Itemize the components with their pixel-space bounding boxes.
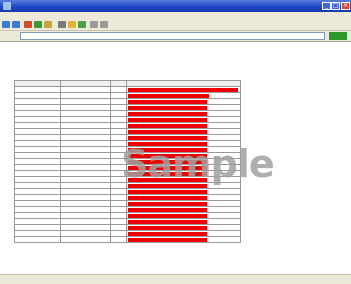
value-bar	[128, 93, 209, 98]
bar-cell	[126, 236, 241, 243]
summary-list	[18, 242, 98, 274]
title-bar: _ □ ×	[0, 0, 351, 12]
menu-bar	[0, 12, 351, 20]
home-button[interactable]	[44, 21, 52, 28]
value-bar	[128, 111, 207, 116]
summary-row	[18, 250, 98, 258]
sample-watermark: Sample	[121, 142, 275, 186]
refresh-button[interactable]	[34, 21, 42, 28]
value-bar	[128, 87, 238, 92]
table-cell	[110, 236, 127, 243]
value-bar	[128, 195, 207, 200]
value-bar	[128, 207, 207, 212]
forward-button[interactable]	[12, 21, 20, 28]
value-bar	[128, 237, 207, 242]
summary-row	[18, 266, 98, 274]
minimize-icon: _	[325, 2, 328, 9]
value-bar	[128, 129, 207, 134]
mail-button[interactable]	[90, 21, 98, 28]
address-bar	[0, 31, 351, 42]
summary-row	[18, 258, 98, 266]
print-button[interactable]	[100, 21, 108, 28]
stop-button[interactable]	[24, 21, 32, 28]
value-bar	[128, 231, 207, 236]
search-button[interactable]	[58, 21, 66, 28]
value-bar	[128, 123, 207, 128]
browser-window: _ □ × Sample	[0, 0, 351, 284]
toolbar	[0, 20, 351, 31]
value-bar	[128, 99, 207, 104]
value-bar	[128, 201, 207, 206]
maximize-button[interactable]: □	[331, 2, 340, 10]
history-button[interactable]	[78, 21, 86, 28]
go-button[interactable]	[329, 32, 347, 40]
value-bar	[128, 117, 207, 122]
value-bar	[128, 189, 207, 194]
value-bar	[128, 135, 207, 140]
minimize-button[interactable]: _	[322, 2, 331, 10]
maximize-icon: □	[332, 2, 339, 9]
value-bar	[128, 225, 207, 230]
address-field[interactable]	[20, 32, 325, 40]
page-content: Sample	[0, 42, 351, 274]
browser-icon	[3, 2, 11, 10]
value-bar	[128, 105, 207, 110]
close-button[interactable]: ×	[341, 2, 350, 10]
close-icon: ×	[342, 2, 349, 9]
favorites-button[interactable]	[68, 21, 76, 28]
back-button[interactable]	[2, 21, 10, 28]
summary-row	[18, 242, 98, 250]
value-bar	[128, 213, 207, 218]
status-bar	[0, 274, 351, 284]
value-bar	[128, 219, 207, 224]
